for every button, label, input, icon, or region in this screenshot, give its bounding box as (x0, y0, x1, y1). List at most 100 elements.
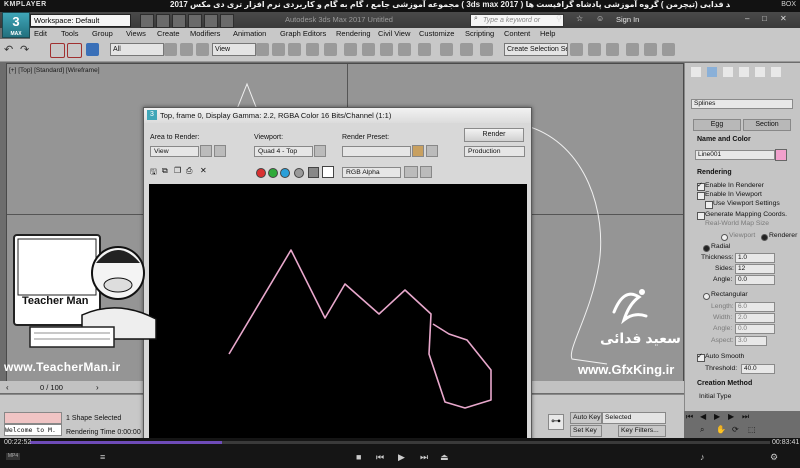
set-key-mode-icon[interactable]: ⊶ (548, 414, 564, 430)
select-and-scale-icon[interactable] (288, 43, 301, 56)
schematic-view-icon[interactable] (588, 43, 601, 56)
lock-viewport-icon[interactable] (314, 145, 326, 157)
player-play-icon[interactable]: ▶ (398, 452, 405, 463)
object-category-dropdown[interactable]: Splines (691, 99, 793, 109)
use-pivot-center-icon[interactable] (306, 43, 319, 56)
go-to-start-icon[interactable]: ⏮ (686, 412, 693, 422)
select-manipulate-icon[interactable] (324, 43, 337, 56)
select-and-rotate-icon[interactable] (272, 43, 285, 56)
menu-group[interactable]: Group (92, 29, 113, 38)
menu-create[interactable]: Create (157, 29, 180, 38)
clone-window-icon[interactable]: ❐ (174, 166, 181, 175)
star-icon[interactable]: ☆ (576, 14, 583, 23)
maximize-icon[interactable]: □ (762, 14, 767, 23)
modify-panel-tab-icon[interactable] (723, 67, 733, 77)
menu-scripting[interactable]: Scripting (465, 29, 494, 38)
aspect-spinner[interactable]: 3.0 (735, 336, 767, 346)
create-selection-set-dropdown[interactable]: Create Selection Se (504, 43, 568, 56)
spinner-snap-icon[interactable] (398, 43, 411, 56)
player-box-label[interactable]: BOX (781, 1, 796, 8)
save-image-icon[interactable]: 🖫 (150, 166, 157, 180)
align-icon[interactable] (460, 43, 473, 56)
open-file-icon[interactable] (156, 14, 170, 28)
background-color-swatch[interactable] (322, 166, 334, 178)
project-folder-icon[interactable] (220, 14, 234, 28)
user-icon[interactable]: ☺ (596, 14, 604, 23)
selected-dropdown[interactable]: Selected (602, 412, 666, 424)
undo-quick-icon[interactable] (188, 14, 202, 28)
alpha-channel-toggle[interactable] (294, 168, 304, 178)
time-slider-next-icon[interactable]: › (96, 383, 99, 392)
binoculars-icon[interactable]: ⚲ (556, 14, 562, 23)
blue-channel-toggle[interactable] (280, 168, 290, 178)
render-preset-dropdown[interactable] (342, 146, 411, 157)
bind-space-warp-icon[interactable] (86, 43, 99, 56)
player-volume-icon[interactable]: ♪ (700, 452, 705, 462)
render-setup-icon[interactable] (626, 43, 639, 56)
renderer-radio[interactable] (761, 234, 768, 241)
motion-panel-tab-icon[interactable] (755, 67, 765, 77)
redo-quick-icon[interactable] (204, 14, 218, 28)
player-prev-icon[interactable]: ⏮ (376, 452, 384, 463)
render-production-icon[interactable] (662, 43, 675, 56)
player-stop-icon[interactable]: ■ (356, 452, 361, 462)
menu-graph-editors[interactable]: Graph Editors (280, 29, 326, 38)
material-editor-icon[interactable] (606, 43, 619, 56)
creation-method-rollout[interactable]: Creation Method (689, 380, 800, 390)
monochrome-toggle[interactable] (308, 167, 319, 178)
render-window-title-bar[interactable]: 3 Top, frame 0, Display Gamma: 2.2, RGBA… (144, 108, 531, 123)
green-channel-toggle[interactable] (268, 168, 278, 178)
maxscript-listener[interactable] (4, 412, 62, 424)
auto-region-icon[interactable] (214, 145, 226, 157)
production-dropdown[interactable]: Production (464, 146, 525, 157)
maximize-viewport-icon[interactable]: ⬚ (748, 425, 756, 434)
section-button[interactable]: Section (743, 119, 791, 131)
sign-in-link[interactable]: Sign In (616, 15, 639, 24)
key-filters-button[interactable]: Key Filters... (618, 425, 666, 437)
angle2-spinner[interactable]: 0.0 (735, 324, 775, 334)
layer-explorer-icon[interactable] (480, 43, 493, 56)
rectangular-radio[interactable] (703, 293, 710, 300)
use-viewport-settings-checkbox[interactable] (705, 201, 713, 209)
width-spinner[interactable]: 2.0 (735, 313, 775, 323)
minimize-icon[interactable]: – (745, 14, 749, 23)
render-canvas[interactable] (149, 184, 527, 444)
auto-key-button[interactable]: Auto Key (570, 412, 602, 424)
orbit-icon[interactable]: ⟳ (732, 425, 739, 434)
menu-edit[interactable]: Edit (34, 29, 47, 38)
menu-content[interactable]: Content (504, 29, 530, 38)
edit-named-selection-icon[interactable] (418, 43, 431, 56)
selection-filter-dropdown[interactable]: All (110, 43, 164, 56)
object-color-swatch[interactable] (775, 149, 787, 161)
undo-icon[interactable]: ↶ (4, 43, 17, 56)
menu-rendering[interactable]: Rendering (336, 29, 371, 38)
edit-region-icon[interactable] (200, 145, 212, 157)
mirror-icon[interactable] (440, 43, 453, 56)
angle-spinner[interactable]: 0.0 (735, 275, 775, 285)
search-input[interactable]: Type a keyword or phrase (470, 14, 564, 35)
player-menu-icon[interactable]: ≡ (100, 452, 105, 462)
channel-display-dropdown[interactable]: RGB Alpha (342, 167, 401, 178)
red-channel-toggle[interactable] (256, 168, 266, 178)
toggle-ui-icon[interactable] (420, 166, 432, 178)
display-panel-tab-icon[interactable] (771, 67, 781, 77)
length-spinner[interactable]: 6.0 (735, 302, 775, 312)
menu-civil-view[interactable]: Civil View (378, 29, 410, 38)
menu-views[interactable]: Views (126, 29, 146, 38)
snaps-toggle-icon[interactable] (344, 43, 357, 56)
auto-smooth-checkbox[interactable] (697, 352, 705, 362)
workspace-dropdown[interactable]: Workspace: Default (30, 14, 131, 27)
percent-snap-icon[interactable] (380, 43, 393, 56)
player-next-icon[interactable]: ⏭ (420, 452, 428, 463)
area-to-render-dropdown[interactable]: View (150, 146, 199, 157)
menu-customize[interactable]: Customize (419, 29, 454, 38)
redo-icon[interactable]: ↷ (20, 43, 33, 56)
generate-mapping-checkbox[interactable] (697, 212, 705, 220)
viewport-radio[interactable] (721, 234, 728, 241)
select-and-link-icon[interactable] (50, 43, 65, 58)
angle-snap-icon[interactable] (362, 43, 375, 56)
shapes-category-icon[interactable] (707, 67, 717, 77)
time-slider-prev-icon[interactable]: ‹ (6, 383, 9, 392)
maxscript-welcome[interactable]: Welcome to M. (4, 424, 62, 436)
print-image-icon[interactable]: ⎙ (186, 166, 192, 176)
